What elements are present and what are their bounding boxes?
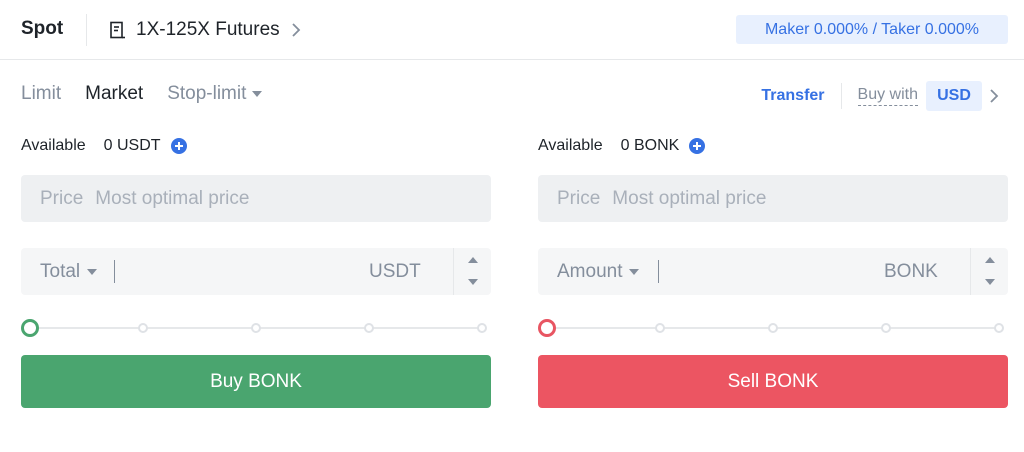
- total-input[interactable]: [121, 248, 361, 295]
- caret-down-icon: [87, 268, 98, 275]
- amount-stepper: [970, 248, 1008, 295]
- total-selector-label: Total: [40, 260, 81, 282]
- spot-trade-panel: Spot 1X-125X Futures Maker 0.000% / Take…: [0, 0, 1024, 452]
- amount-selector[interactable]: Amount: [557, 248, 640, 295]
- slider-stop-50[interactable]: [251, 323, 261, 333]
- total-unit: USDT: [369, 261, 421, 282]
- buy-percent-slider[interactable]: [21, 318, 491, 338]
- price-placeholder: Most optimal price: [612, 187, 767, 209]
- decrement-button[interactable]: [971, 272, 1009, 295]
- amount-input[interactable]: [665, 248, 875, 295]
- price-label: Price: [557, 187, 601, 209]
- buy-price-field: Price Most optimal price: [21, 175, 491, 222]
- input-separator: [114, 260, 115, 283]
- sell-available: Available 0 BONK: [538, 136, 706, 156]
- slider-stop-50[interactable]: [768, 323, 778, 333]
- sell-amount-field: Amount BONK: [538, 248, 1008, 295]
- buy-available: Available 0 USDT: [21, 136, 187, 156]
- amount-unit: BONK: [884, 261, 938, 282]
- decrement-button[interactable]: [454, 272, 492, 295]
- caret-down-icon: [629, 268, 640, 275]
- plus-icon[interactable]: [170, 138, 187, 154]
- price-label: Price: [40, 187, 84, 209]
- slider-handle[interactable]: [538, 319, 556, 337]
- price-placeholder: Most optimal price: [95, 187, 250, 209]
- sell-column: Available 0 BONK Price Most optimal pric…: [538, 0, 1008, 452]
- slider-stop-100[interactable]: [477, 323, 487, 333]
- plus-icon[interactable]: [689, 138, 706, 154]
- sell-price-field: Price Most optimal price: [538, 175, 1008, 222]
- increment-button[interactable]: [454, 248, 492, 271]
- sell-button[interactable]: Sell BONK: [538, 355, 1008, 408]
- slider-stop-25[interactable]: [138, 323, 148, 333]
- input-separator: [658, 260, 659, 283]
- available-value: 0 USDT: [103, 137, 161, 154]
- buy-total-field: Total USDT: [21, 248, 491, 295]
- available-label: Available: [538, 137, 603, 154]
- buy-column: Available 0 USDT Price Most optimal pric…: [21, 0, 491, 452]
- slider-stop-75[interactable]: [364, 323, 374, 333]
- buy-button[interactable]: Buy BONK: [21, 355, 491, 408]
- slider-stop-75[interactable]: [881, 323, 891, 333]
- increment-button[interactable]: [971, 248, 1009, 271]
- slider-handle[interactable]: [21, 319, 39, 337]
- available-label: Available: [21, 137, 86, 154]
- total-stepper: [453, 248, 491, 295]
- amount-selector-label: Amount: [557, 260, 623, 282]
- slider-stop-25[interactable]: [655, 323, 665, 333]
- sell-percent-slider[interactable]: [538, 318, 1008, 338]
- available-value: 0 BONK: [620, 137, 680, 154]
- slider-stop-100[interactable]: [994, 323, 1004, 333]
- total-selector[interactable]: Total: [40, 248, 98, 295]
